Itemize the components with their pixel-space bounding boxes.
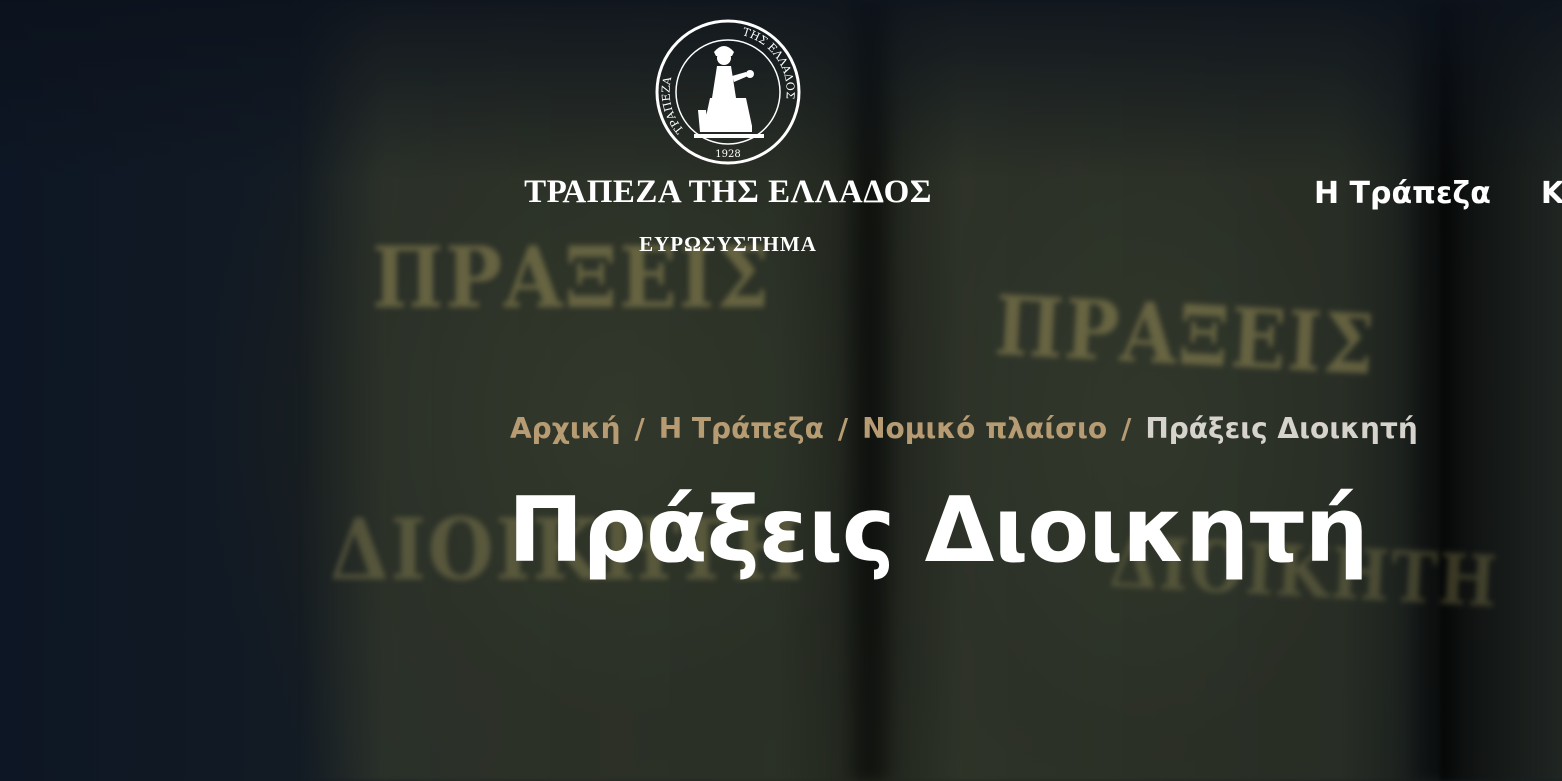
breadcrumb-home[interactable]: Αρχική <box>510 412 621 445</box>
seal-year: 1928 <box>715 149 740 160</box>
logo-title: ΤΡΑΠΕΖΑ ΤΗΣ ΕΛΛΑΔΟΣ <box>524 174 932 210</box>
main-nav: Η Τράπεζα Κ <box>1314 176 1562 211</box>
seal-text-right: ΤΗΣ ΕΛΛΑΔΟΣ <box>741 25 797 99</box>
bank-logo[interactable]: ΤΡΑΠΕΖΑ ΤΗΣ ΕΛΛΑΔΟΣ 1928 ΤΡΑΠΕΖΑ ΤΗΣ ΕΛΛ… <box>508 18 948 258</box>
breadcrumb-bank[interactable]: Η Τράπεζα <box>659 412 824 445</box>
seal-icon: ΤΡΑΠΕΖΑ ΤΗΣ ΕΛΛΑΔΟΣ 1928 <box>655 19 801 165</box>
hero-banner: ΠΡΑΞΕΙΣ ΠΡΑΞΕΙΣ ΔΙΟΙΚΗΤΗ ΔΙΟΙΚΗΤΗ ΤΡΑΠΕΖ… <box>0 0 1562 781</box>
nav-item-bank[interactable]: Η Τράπεζα <box>1314 176 1491 211</box>
svg-text:ΤΗΣ ΕΛΛΑΔΟΣ: ΤΗΣ ΕΛΛΑΔΟΣ <box>741 25 797 99</box>
breadcrumb-separator: / <box>1121 412 1132 445</box>
logo-subtitle: ΕΥΡΩΣΥΣΤΗΜΑ <box>639 232 817 256</box>
page-title: Πράξεις Διοικητή <box>508 478 1369 583</box>
breadcrumb-separator: / <box>837 412 849 445</box>
breadcrumb-current: Πράξεις Διοικητή <box>1145 412 1418 445</box>
nav-item-truncated[interactable]: Κ <box>1541 176 1562 211</box>
breadcrumb: Αρχική / Η Τράπεζα / Νομικό πλαίσιο / Πρ… <box>510 412 1418 445</box>
breadcrumb-legal-framework[interactable]: Νομικό πλαίσιο <box>862 412 1107 445</box>
breadcrumb-separator: / <box>634 412 645 445</box>
svg-text:ΤΡΑΠΕΖΑ: ΤΡΑΠΕΖΑ <box>660 75 687 137</box>
spine-lettering: ΠΡΑΞΕΙΣ <box>992 278 1379 394</box>
seal-text-left: ΤΡΑΠΕΖΑ <box>660 75 687 137</box>
